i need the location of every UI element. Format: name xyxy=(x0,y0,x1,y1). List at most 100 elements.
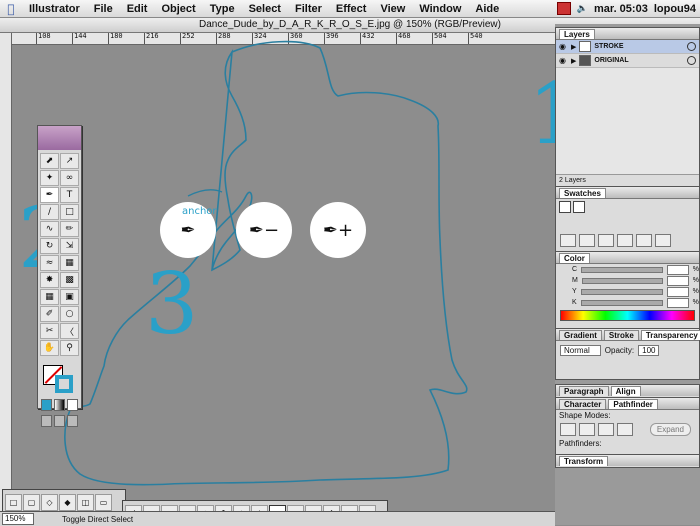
stroke-color-swatch[interactable] xyxy=(55,375,73,393)
slider-track[interactable] xyxy=(581,266,663,273)
horizontal-ruler[interactable]: 108 144 180 216 252 288 324 360 396 432 468 504 540 xyxy=(12,33,555,45)
zoom-tool-icon[interactable]: ⚲ xyxy=(60,340,79,356)
slider-m[interactable]: M% xyxy=(556,275,699,286)
target-circle-icon[interactable] xyxy=(687,42,696,51)
menu-select[interactable]: Select xyxy=(242,3,288,15)
menu-clock[interactable]: mar. 05:03 xyxy=(594,3,648,15)
tab-stroke[interactable]: Stroke xyxy=(603,329,639,340)
swatch-gradient-button[interactable] xyxy=(598,234,614,247)
vertical-ruler[interactable] xyxy=(0,33,12,511)
menu-filter[interactable]: Filter xyxy=(288,3,329,15)
swatch-pattern-button[interactable] xyxy=(617,234,633,247)
channel-value-field[interactable] xyxy=(666,297,689,308)
zoom-field[interactable]: 150% xyxy=(2,513,34,525)
flyout-tool-icon[interactable]: ◇ xyxy=(41,493,58,511)
registration-swatch[interactable] xyxy=(573,201,585,213)
menu-view[interactable]: View xyxy=(373,3,412,15)
eyedropper-tool-icon[interactable]: ✐ xyxy=(40,306,59,322)
tab-align[interactable]: Align xyxy=(610,385,641,396)
menu-user[interactable]: lopou94 xyxy=(654,3,696,15)
artboard-canvas[interactable] xyxy=(12,45,555,511)
selection-tool-icon[interactable]: ⬈ xyxy=(40,153,59,169)
flyout-tool-icon[interactable]: ▢ xyxy=(23,493,40,511)
channel-value-field[interactable] xyxy=(666,275,689,286)
flyout-tool-icon[interactable]: ▭ xyxy=(95,493,112,511)
menu-edit[interactable]: Edit xyxy=(120,3,155,15)
gradient-tool-icon[interactable]: ▣ xyxy=(60,289,79,305)
warp-tool-icon[interactable]: ≈ xyxy=(40,255,59,271)
volume-icon[interactable]: 🔈 xyxy=(577,4,588,14)
rectangle-tool-icon[interactable]: □ xyxy=(60,204,79,220)
add-anchor-circle[interactable]: ✒ + xyxy=(310,202,366,258)
menu-file[interactable]: File xyxy=(87,3,120,15)
slider-k[interactable]: K% xyxy=(556,297,699,308)
none-swatch[interactable] xyxy=(559,201,571,213)
tab-pathfinder[interactable]: Pathfinder xyxy=(608,398,658,409)
paintbrush-tool-icon[interactable]: ∿ xyxy=(40,221,59,237)
color-spectrum-bar[interactable] xyxy=(560,310,695,321)
tab-paragraph[interactable]: Paragraph xyxy=(559,385,609,396)
apple-menu-icon[interactable]:  xyxy=(0,2,22,16)
tab-swatches[interactable]: Swatches xyxy=(559,187,606,198)
blend-mode-select[interactable]: Normal xyxy=(560,345,601,356)
color-mode-button[interactable] xyxy=(41,399,52,411)
layer-row-stroke[interactable]: ◉ ▶ STROKE xyxy=(556,40,699,54)
tab-transform[interactable]: Transform xyxy=(559,455,609,466)
delete-anchor-circle[interactable]: ✒ − xyxy=(236,202,292,258)
flyout-tool-icon[interactable]: ◫ xyxy=(77,493,94,511)
tab-transparency[interactable]: Transparency xyxy=(640,329,700,340)
slider-track[interactable] xyxy=(580,288,663,295)
swatch-kind-button[interactable] xyxy=(560,234,576,247)
mesh-tool-icon[interactable]: ▦ xyxy=(40,289,59,305)
menu-effect[interactable]: Effect xyxy=(329,3,374,15)
menu-object[interactable]: Object xyxy=(154,3,202,15)
expand-triangle-icon[interactable]: ▶ xyxy=(571,43,576,51)
layer-row-original[interactable]: ◉ ▶ ORIGINAL xyxy=(556,54,699,68)
channel-value-field[interactable] xyxy=(666,264,689,275)
target-circle-icon[interactable] xyxy=(687,56,696,65)
shape-intersect-button[interactable] xyxy=(598,423,614,436)
shape-subtract-button[interactable] xyxy=(579,423,595,436)
free-transform-tool-icon[interactable]: ▦ xyxy=(60,255,79,271)
flag-icon[interactable] xyxy=(556,2,571,15)
expand-button[interactable]: Expand xyxy=(649,423,691,436)
menu-aide[interactable]: Aide xyxy=(468,3,506,15)
tab-layers[interactable]: Layers xyxy=(559,28,595,39)
swatch-delete-button[interactable] xyxy=(655,234,671,247)
pen-tool-icon-toolbox[interactable]: ✒ xyxy=(40,187,59,203)
tab-color[interactable]: Color xyxy=(559,252,590,263)
line-tool-icon[interactable]: ∕ xyxy=(40,204,59,220)
shape-add-button[interactable] xyxy=(560,423,576,436)
screen-mode-standard-button[interactable] xyxy=(41,415,52,427)
slider-track[interactable] xyxy=(580,299,663,306)
expand-triangle-icon[interactable]: ▶ xyxy=(571,57,576,65)
status-text[interactable]: Toggle Direct Select xyxy=(62,515,133,524)
visibility-eye-icon[interactable]: ◉ xyxy=(559,56,568,65)
channel-value-field[interactable] xyxy=(666,286,689,297)
gradient-mode-button[interactable] xyxy=(54,399,65,411)
scissors-tool-icon[interactable]: ✂ xyxy=(40,323,59,339)
flyout-tool-icon[interactable]: ◆ xyxy=(59,493,76,511)
none-mode-button[interactable] xyxy=(67,399,78,411)
fill-stroke-swatch[interactable] xyxy=(41,363,78,393)
screen-mode-menu-button[interactable] xyxy=(54,415,65,427)
direct-selection-tool-icon[interactable]: ↗ xyxy=(60,153,79,169)
magic-wand-tool-icon[interactable]: ✦ xyxy=(40,170,59,186)
menu-window[interactable]: Window xyxy=(412,3,468,15)
slider-y[interactable]: Y% xyxy=(556,286,699,297)
pencil-tool-icon[interactable]: ✏ xyxy=(60,221,79,237)
hand-tool-icon[interactable]: ✋ xyxy=(40,340,59,356)
pen-tool-circle[interactable]: anchor ✒ xyxy=(160,202,217,258)
type-tool-icon[interactable]: T xyxy=(60,187,79,203)
tab-gradient[interactable]: Gradient xyxy=(559,329,602,340)
swatch-color-button[interactable] xyxy=(579,234,595,247)
slider-track[interactable] xyxy=(581,277,663,284)
menu-app-name[interactable]: Illustrator xyxy=(22,3,87,15)
column-graph-tool-icon[interactable]: ▩ xyxy=(60,272,79,288)
visibility-eye-icon[interactable]: ◉ xyxy=(559,42,568,51)
rotate-tool-icon[interactable]: ↻ xyxy=(40,238,59,254)
slice-tool-icon[interactable]: 〈 xyxy=(60,323,79,339)
swatch-new-button[interactable] xyxy=(636,234,652,247)
flyout-tool-icon[interactable]: □ xyxy=(5,493,22,511)
slider-c[interactable]: C% xyxy=(556,264,699,275)
